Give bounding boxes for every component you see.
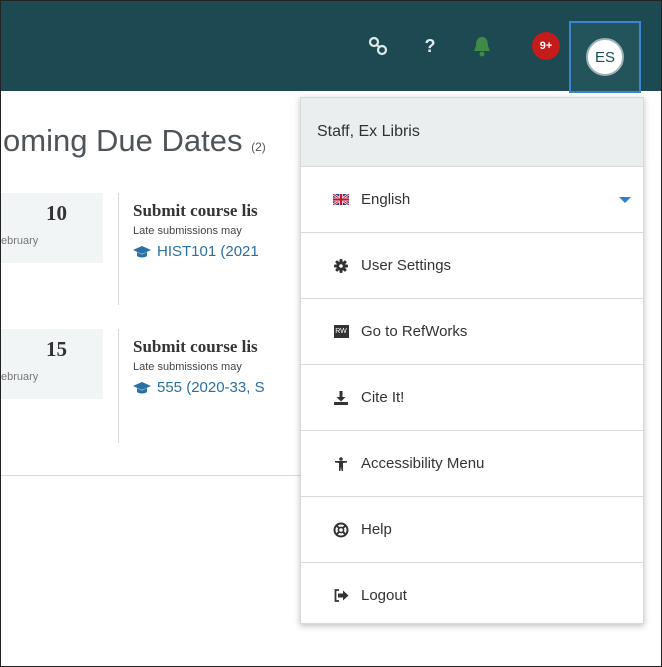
menu-item-label: Go to RefWorks [361,323,468,340]
date-month: ebruary [1,371,39,383]
divider [118,329,119,443]
bell-icon[interactable] [465,29,499,63]
user-menu: Staff, Ex Libris English User Settings R… [300,97,644,624]
top-bar: ? 9+ ES [1,1,661,93]
chevron-down-icon[interactable] [619,197,631,203]
download-icon [333,390,349,406]
menu-item-language[interactable]: English [301,166,643,232]
task-note: Late submissions may [133,361,242,373]
refworks-icon: RW [333,324,349,340]
notification-badge: 9+ [532,32,560,60]
date-month: ebruary [1,235,39,247]
user-name-header: Staff, Ex Libris [301,98,643,166]
menu-item-refworks[interactable]: RW Go to RefWorks [301,298,643,364]
accessibility-icon [333,456,349,472]
task-title[interactable]: Submit course lis [133,337,258,357]
graduation-cap-icon [133,245,151,257]
menu-item-label: Help [361,521,392,538]
user-menu-button[interactable]: ES [569,21,641,93]
menu-item-cite-it[interactable]: Cite It! [301,364,643,430]
menu-item-label: Logout [361,587,407,604]
menu-item-help[interactable]: Help [301,496,643,562]
menu-item-label: Accessibility Menu [361,455,485,472]
logout-icon [333,588,349,604]
link-icon[interactable] [361,29,395,63]
menu-item-logout[interactable]: Logout [301,562,643,628]
gear-icon [333,258,349,274]
uk-flag-icon [333,192,349,208]
menu-item-accessibility[interactable]: Accessibility Menu [301,430,643,496]
menu-item-user-settings[interactable]: User Settings [301,232,643,298]
course-link[interactable]: 555 (2020-33, S [133,379,265,396]
lifebuoy-icon [333,522,349,538]
task-title[interactable]: Submit course lis [133,201,258,221]
course-name: 555 (2020-33, S [157,379,265,396]
refworks-icon-text: RW [333,325,349,338]
course-name: HIST101 (2021 [157,243,259,260]
page-title: oming Due Dates (2) [3,123,266,159]
avatar: ES [586,38,624,76]
course-link[interactable]: HIST101 (2021 [133,243,259,260]
date-card: 10 ebruary [1,193,103,263]
date-card: 15 ebruary [1,329,103,399]
app-frame: ? 9+ ES oming Due Dates (2) 10 ebruary S… [0,0,662,667]
graduation-cap-icon [133,381,151,393]
date-day: 15 [46,337,67,361]
task-note: Late submissions may [133,225,242,237]
divider [118,193,119,305]
menu-item-label: English [361,191,411,208]
help-icon[interactable]: ? [415,29,445,63]
page-title-text: oming Due Dates [3,123,243,158]
section-divider [1,475,301,476]
menu-item-label: User Settings [361,257,452,274]
menu-item-label: Cite It! [361,389,405,406]
date-day: 10 [46,201,67,225]
user-name: Staff, Ex Libris [317,123,420,140]
due-count: (2) [251,140,266,154]
